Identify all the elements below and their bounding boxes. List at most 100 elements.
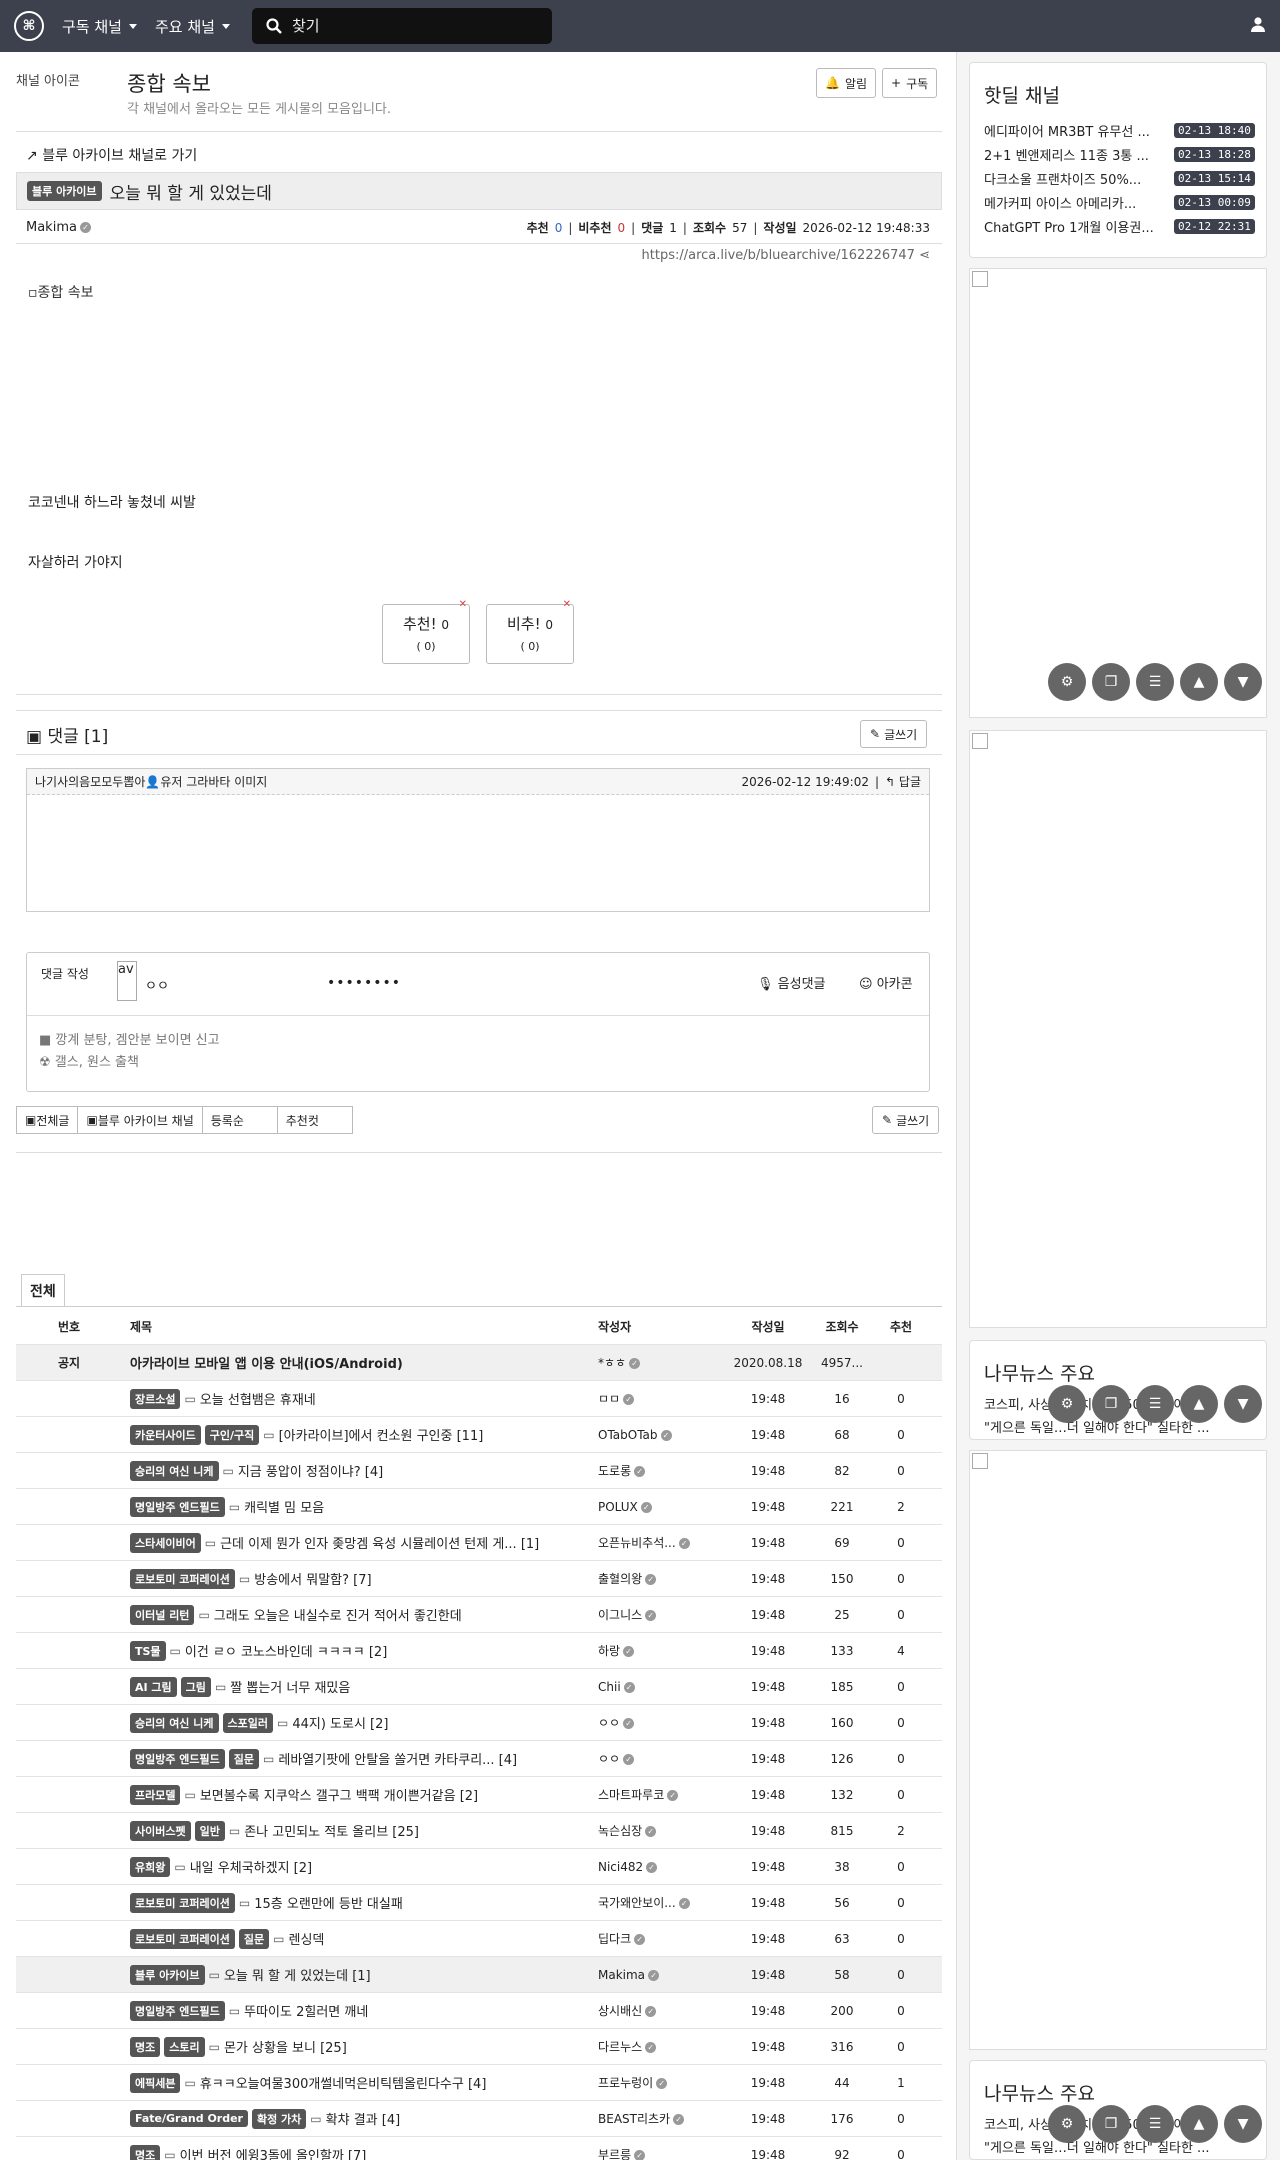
hotdeal-item[interactable]: 다크소울 프랜차이즈 50%... 02-13 15:14 <box>984 166 1266 190</box>
table-row[interactable]: 로보토미 코퍼레이션 질문 ▭ 렌싱덱 딥다크 ✓ 19:48 63 0 <box>16 1920 942 1956</box>
main-channels-menu[interactable]: 주요 채널 <box>155 16 230 37</box>
article-author[interactable]: Makima <box>26 220 77 235</box>
notice-row[interactable]: 공지 아카라이브 모바일 앱 이용 안내(iOS/Android) *ㅎㅎ ✓ 2… <box>16 1344 942 1380</box>
category-badge[interactable]: AI 그림 <box>130 1676 177 1697</box>
copy-icon[interactable]: ❐ <box>1092 663 1130 701</box>
list-icon[interactable]: ☰ <box>1136 2105 1174 2143</box>
category-badge[interactable]: 명일방주 엔드필드 <box>130 1748 225 1769</box>
table-row[interactable]: 에픽세븐 ▭ 휴ㅋㅋ오늘여물300개썰네먹은비틱템올린다수구 [4] 프로누렁이 ✓ 19… <box>16 2064 942 2100</box>
table-row[interactable]: 카운터사이드 구인/구직 ▭ [아카라이브]에서 컨소원 구인중 [11] OTabOT… <box>16 1416 942 1452</box>
post-title[interactable]: 뚜따이도 2힐러면 깨네 <box>244 2001 368 2020</box>
post-author[interactable]: 도로롱 <box>598 1464 631 1478</box>
table-row[interactable]: 명조 ▭ 이번 버전 에윙3돌에 올인할까 [7] 부르릉 ✓ 19:48 92 0 <box>16 2136 942 2160</box>
post-title[interactable]: 이번 버전 에윙3돌에 올인할까 [7] <box>180 2145 367 2160</box>
post-title[interactable]: 오늘 선협뱀은 휴재네 <box>200 1389 316 1408</box>
voice-comment-button[interactable]: 🎙 음성댓글 <box>757 973 826 992</box>
category-badge[interactable]: 스타세이비어 <box>130 1532 201 1553</box>
category-badge[interactable]: 프라모델 <box>130 1784 181 1805</box>
category-badge[interactable]: 승리의 여신 니케 <box>130 1712 219 1733</box>
copy-icon[interactable]: ❐ <box>1092 1385 1130 1423</box>
gear-icon[interactable]: ⚙ <box>1048 2105 1086 2143</box>
post-title[interactable]: 존나 고민되노 적토 올리브 [25] <box>244 1821 419 1840</box>
table-row[interactable]: 로보토미 코퍼레이션 ▭ 15층 오랜만에 등반 대실패 국가왜안보이... ✓ 19:4… <box>16 1884 942 1920</box>
site-logo-icon[interactable]: ⌘ <box>14 11 44 41</box>
subscribed-channels-menu[interactable]: 구독 채널 <box>62 16 137 37</box>
filter-recommend-cut[interactable]: 추천컷 <box>276 1106 353 1134</box>
post-title[interactable]: 근데 이제 뭔가 인자 좆망겜 육성 시뮬레이션 턴제 게... [1] <box>220 1533 539 1552</box>
comment-author[interactable]: 나기사의음모모두뽑아 <box>35 773 145 790</box>
category-badge[interactable]: Fate/Grand Order <box>130 2110 248 2127</box>
post-title[interactable]: 렌싱덱 <box>289 1929 325 1948</box>
category-badge[interactable]: 일반 <box>194 1820 225 1841</box>
tab-all[interactable]: 전체 <box>21 1274 65 1306</box>
category-badge[interactable]: 장르소설 <box>130 1388 181 1409</box>
post-title[interactable]: 방송에서 뭐말함? [7] <box>254 1569 371 1588</box>
table-row[interactable]: 명일방주 엔드필드 ▭ 캐릭별 밈 모음 POLUX ✓ 19:48 221 2 <box>16 1488 942 1524</box>
category-badge[interactable]: 카운터사이드 <box>130 1424 201 1445</box>
hotdeal-item[interactable]: 2+1 벤앤제리스 11종 3통 ... 02-13 18:28 <box>984 142 1266 166</box>
copy-icon[interactable]: ❐ <box>1092 2105 1130 2143</box>
table-row[interactable]: 장르소설 ▭ 오늘 선협뱀은 휴재네 ㅁㅁ ✓ 19:48 16 0 <box>16 1380 942 1416</box>
table-row[interactable]: 프라모델 ▭ 보면볼수록 지쿠악스 갤구그 백팩 개이쁜거같음 [2] 스마트파루코 ✓… <box>16 1776 942 1812</box>
table-row[interactable]: 이터널 리턴 ▭ 그래도 오늘은 내실수로 진거 적어서 좋긴한데 이그니스 ✓ 19:4… <box>16 1596 942 1632</box>
category-badge[interactable]: 질문 <box>238 1928 270 1949</box>
filter-channel[interactable]: ▣ 블루 아카이브 채널 <box>77 1106 203 1134</box>
post-title[interactable]: 보면볼수록 지쿠악스 갤구그 백팩 개이쁜거같음 [2] <box>200 1785 478 1804</box>
arrow-down-icon[interactable]: ▼ <box>1224 663 1262 701</box>
post-author[interactable]: POLUX <box>598 1500 638 1514</box>
hotdeal-item[interactable]: ChatGPT Pro 1개월 이용권... 02-12 22:31 <box>984 214 1266 238</box>
post-author[interactable]: Nici482 <box>598 1860 643 1874</box>
arrow-up-icon[interactable]: ▲ <box>1180 2105 1218 2143</box>
upvote-button[interactable]: ✕ 추천! 0 ( 0) <box>382 599 470 664</box>
comment-textarea[interactable]: ■ 깡계 분탕, 겜안분 보이면 신고 <box>39 1029 220 1048</box>
downvote-button[interactable]: ✕ 비추! 0 ( 0) <box>486 599 574 664</box>
arrow-up-icon[interactable]: ▲ <box>1180 663 1218 701</box>
post-title[interactable]: 오늘 뭐 할 게 있었는데 [1] <box>224 1965 371 1984</box>
gear-icon[interactable]: ⚙ <box>1048 1385 1086 1423</box>
list-icon[interactable]: ☰ <box>1136 1385 1174 1423</box>
table-row[interactable]: AI 그림 그림 ▭ 짤 뽑는거 너무 재밌음 Chii ✓ 19:48 185 0 <box>16 1668 942 1704</box>
post-title[interactable]: 그래도 오늘은 내실수로 진거 적어서 좋긴한데 <box>214 1605 462 1624</box>
post-write-button[interactable]: ✎ 글쓰기 <box>872 1106 940 1134</box>
category-badge[interactable]: 구인/구직 <box>204 1424 260 1445</box>
post-title[interactable]: 내일 우체국하겠지 [2] <box>190 1857 312 1876</box>
category-badge[interactable]: 에픽세븐 <box>130 2072 181 2093</box>
hotdeal-item[interactable]: 에디파이어 MR3BT 유무선 ... 02-13 18:40 <box>984 118 1266 142</box>
post-author[interactable]: 녹슨심장 <box>598 1824 642 1838</box>
category-badge[interactable]: 그림 <box>180 1676 211 1697</box>
category-badge[interactable]: TS물 <box>130 1640 166 1661</box>
category-badge[interactable]: 스포일러 <box>222 1712 273 1733</box>
arrow-up-icon[interactable]: ▲ <box>1180 1385 1218 1423</box>
category-badge[interactable]: 이터널 리턴 <box>130 1604 195 1625</box>
post-author[interactable]: 스마트파루코 <box>598 1788 664 1802</box>
category-badge[interactable]: 확정 가차 <box>251 2108 307 2129</box>
category-badge[interactable]: 승리의 여신 니케 <box>130 1460 219 1481</box>
comment-write-button[interactable]: ✎ 글쓰기 <box>860 720 928 748</box>
filter-sort-registered[interactable]: 등록순 <box>201 1106 278 1134</box>
table-row[interactable]: 유희왕 ▭ 내일 우체국하겠지 [2] Nici482 ✓ 19:48 38 0 <box>16 1848 942 1884</box>
post-title[interactable]: [아카라이브]에서 컨소원 구인중 [11] <box>279 1425 484 1444</box>
hotdeal-item[interactable]: 메가커피 아이스 아메리카... 02-13 00:09 <box>984 190 1266 214</box>
post-author[interactable]: BEAST리츠카 <box>598 2112 670 2126</box>
category-badge[interactable]: 명일방주 엔드필드 <box>130 2000 225 2021</box>
article-url[interactable]: https://arca.live/b/bluearchive/16222674… <box>642 248 930 263</box>
table-row[interactable]: 로보토미 코퍼레이션 ▭ 방송에서 뭐말함? [7] 출혈의왕 ✓ 19:48 150 0 <box>16 1560 942 1596</box>
post-title[interactable]: 확챠 결과 [4] <box>326 2109 401 2128</box>
category-badge[interactable]: 로보토미 코퍼레이션 <box>130 1892 235 1913</box>
post-author[interactable]: 이그니스 <box>598 1608 642 1622</box>
post-title[interactable]: 짤 뽑는거 너무 재밌음 <box>230 1677 350 1696</box>
post-author[interactable]: 하랑 <box>598 1644 620 1658</box>
gear-icon[interactable]: ⚙ <box>1048 663 1086 701</box>
table-row[interactable]: TS물 ▭ 이건 ㄹㅇ 코노스바인데 ㅋㅋㅋㅋ [2] 하랑 ✓ 19:48 133 4 <box>16 1632 942 1668</box>
post-author[interactable]: 부르릉 <box>598 2148 631 2160</box>
category-badge[interactable]: 사이버스펫 <box>130 1820 191 1841</box>
post-title[interactable]: 15층 오랜만에 등반 대실패 <box>254 1893 403 1912</box>
post-author[interactable]: ㅇㅇ <box>598 1752 620 1766</box>
post-author[interactable]: ㅇㅇ <box>598 1716 620 1730</box>
post-title[interactable]: 지금 풍압이 정점이냐? [4] <box>238 1461 383 1480</box>
post-title[interactable]: 44지) 도로시 [2] <box>292 1713 388 1732</box>
post-title[interactable]: 캐릭별 밈 모음 <box>244 1497 324 1516</box>
post-author[interactable]: Chii <box>598 1680 621 1694</box>
table-row[interactable]: 사이버스펫 일반 ▭ 존나 고민되노 적토 올리브 [25] 녹슨심장 ✓ 19:48 815… <box>16 1812 942 1848</box>
post-author[interactable]: 출혈의왕 <box>598 1572 642 1586</box>
